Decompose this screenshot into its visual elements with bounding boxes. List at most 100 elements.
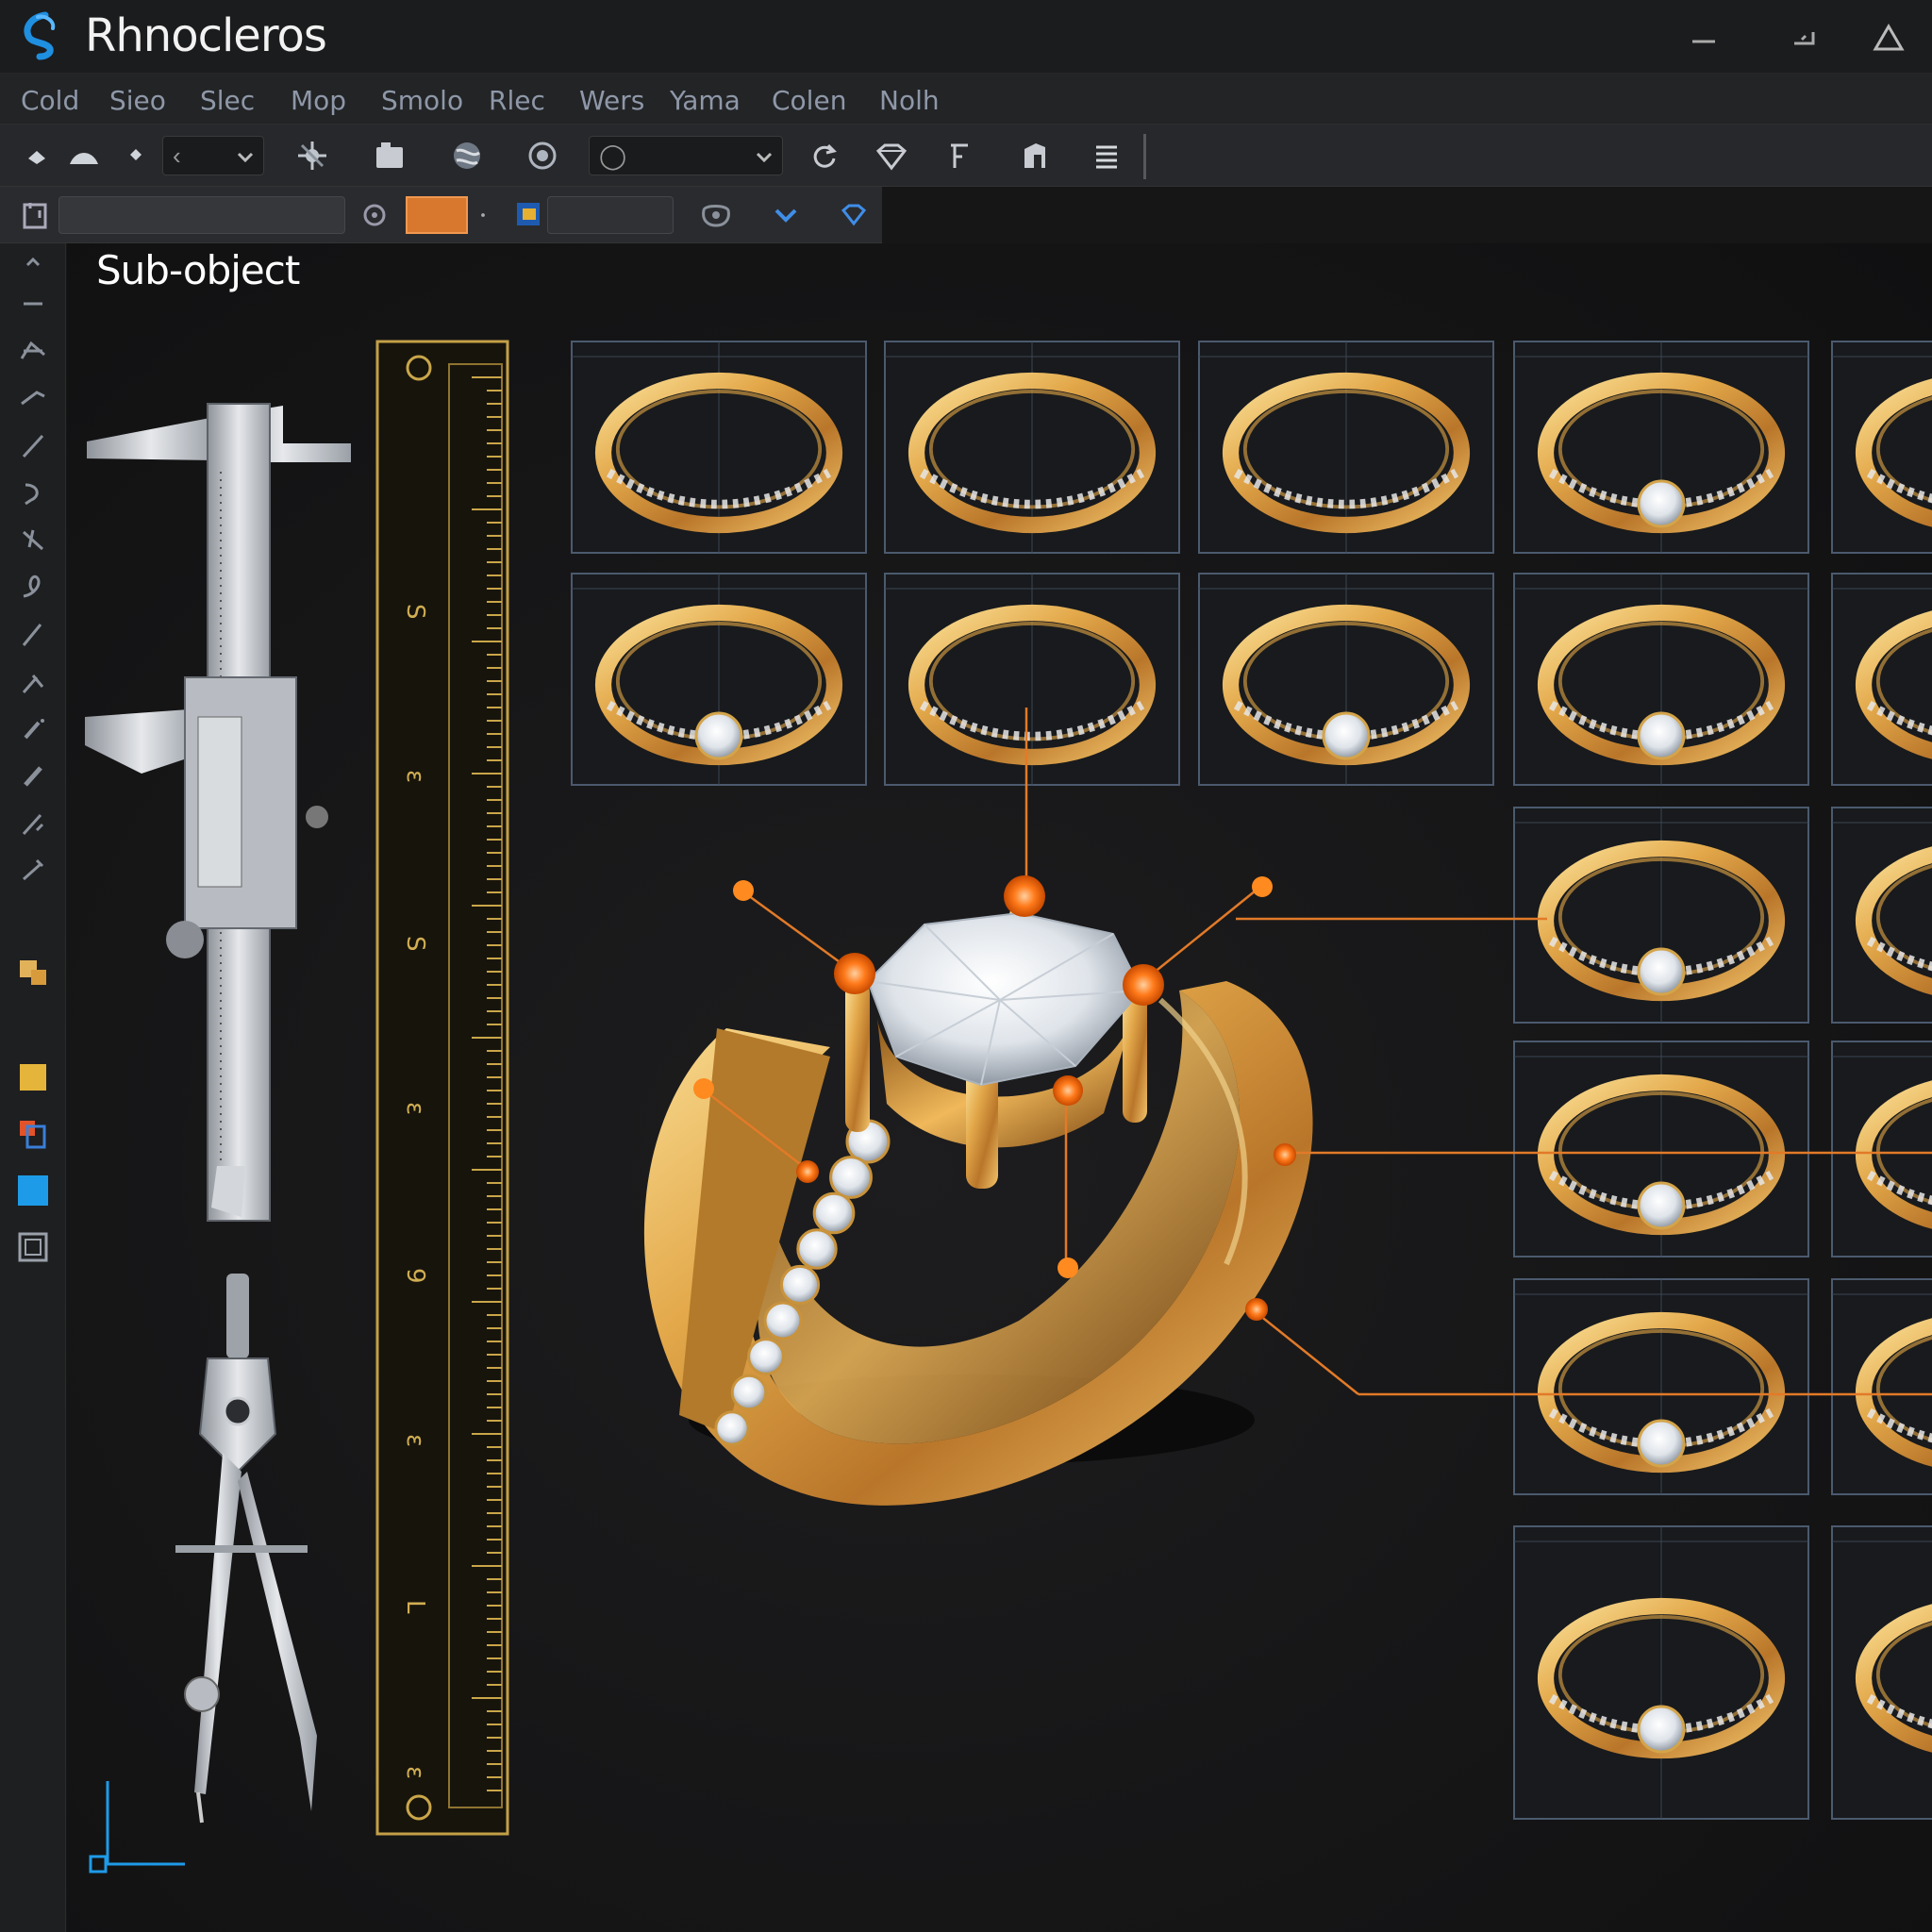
chisel-icon [24,766,42,787]
hook-icon [25,483,39,506]
yellow-swatch-icon [20,1064,46,1091]
left-toolbox [0,243,66,1932]
chevron-down-icon [237,152,254,163]
globe-icon [454,142,480,169]
perspective-viewport[interactable] [67,243,1932,1932]
new-document-icon [23,203,47,229]
gem-select-button[interactable] [830,192,877,239]
gumball-tool-button[interactable] [289,132,336,179]
slash-icon [22,624,42,646]
toolbar-divider [1143,134,1146,179]
material-combo[interactable]: ◯ [589,136,783,175]
line-tool[interactable] [9,283,57,325]
pencil-tool[interactable] [9,425,57,466]
main-toolbar: ‹ ◯ [0,125,1932,187]
prong-icon [951,143,968,168]
gem-icon [875,143,908,171]
measure-tool[interactable] [9,849,57,891]
chevron-down-icon [774,208,797,223]
knife-tool[interactable] [9,660,57,702]
restore-button[interactable] [1785,19,1823,57]
folder-icon [376,142,403,168]
minimize-button[interactable] [1685,19,1723,57]
collapse-button[interactable] [9,253,57,274]
object-name-field[interactable] [58,196,345,234]
menu-item[interactable]: Slec [200,85,255,116]
secondary-toolbar [0,187,882,243]
sphere-icon [528,142,557,170]
rotate-tool-button[interactable] [800,132,847,179]
snap-combo[interactable]: ‹ [162,136,264,175]
gem-cut-button[interactable] [868,132,915,179]
title-bar: Rhnocleros [0,0,1932,74]
gem-tool-button[interactable] [111,132,158,179]
color-pair-icon [20,1121,46,1149]
frame-icon [18,1232,48,1262]
app-title: Rhnocleros [85,9,327,62]
color-swatch[interactable] [406,196,468,234]
point-icon [28,151,45,164]
arc-icon [70,153,98,164]
polyline-tool[interactable] [9,330,57,372]
pen-icon [22,813,44,836]
gumball-icon [298,142,326,170]
menu-item[interactable]: Yama [670,85,741,116]
chevron-up-icon [25,257,41,267]
layer-color-icon [517,203,540,225]
menu-bar: Cold Sieo Slec Mop Smolo Rlec Wers Yama … [0,74,1932,125]
layer-color-button[interactable] [506,192,553,239]
polyline-icon [20,341,45,359]
hook-tool[interactable] [9,472,57,513]
chevron-down-icon [756,152,773,163]
material-tool-button[interactable] [519,132,566,179]
menu-item[interactable]: Sieo [109,85,166,116]
layers-menu-button[interactable] [1083,132,1130,179]
frame-button[interactable] [9,1226,57,1268]
maximize-button[interactable] [1870,19,1907,57]
curve-tool[interactable] [9,377,57,419]
pencil-icon [22,434,44,458]
chisel-tool[interactable] [9,755,57,796]
point-tool-button[interactable] [13,132,60,179]
layer-name-field[interactable] [547,196,674,234]
color-dropdown[interactable] [472,192,494,239]
slash-tool[interactable] [9,613,57,655]
layers-color-icon [20,960,46,985]
camera-icon [702,205,730,227]
yellow-layer-button[interactable] [9,1057,57,1098]
layer-tool-button[interactable] [366,132,413,179]
cross-tool[interactable] [9,519,57,560]
menu-item[interactable]: Smolo [381,85,463,116]
diamond-icon [130,149,142,160]
brush-icon [24,719,44,740]
menu-item[interactable]: Cold [21,85,79,116]
layer-swatch-button[interactable] [9,953,57,994]
loop-icon [23,575,41,598]
curve-icon [21,391,45,406]
pen-tool[interactable] [9,802,57,843]
render-tool-button[interactable] [443,132,491,179]
menu-item[interactable]: Colen [772,85,846,116]
prong-tool-button[interactable] [936,132,983,179]
measure-icon [23,858,44,881]
camera-button[interactable] [692,192,740,239]
viewport-label: Sub-object [96,247,300,293]
dot-icon [481,213,485,217]
new-object-button[interactable] [11,192,58,239]
gem-outline-icon [841,204,867,226]
object-settings-button[interactable] [351,192,398,239]
color-pair-button[interactable] [9,1113,57,1155]
blue-layer-button[interactable] [9,1170,57,1211]
bevel-tool-button[interactable] [1011,132,1058,179]
loop-tool[interactable] [9,566,57,608]
bevel-icon [1024,143,1045,168]
menu-item[interactable]: Rlec [489,85,545,116]
brush-tool[interactable] [9,708,57,749]
menu-item[interactable]: Nolh [879,85,940,116]
arc-tool-button[interactable] [60,132,108,179]
menu-item[interactable]: Wers [579,85,644,116]
dropdown-button[interactable] [762,192,809,239]
app-window: Rhnocleros Cold Sieo Slec Mop Smolo Rlec… [0,0,1932,1932]
rotate-icon [813,143,837,168]
menu-item[interactable]: Mop [291,85,346,116]
